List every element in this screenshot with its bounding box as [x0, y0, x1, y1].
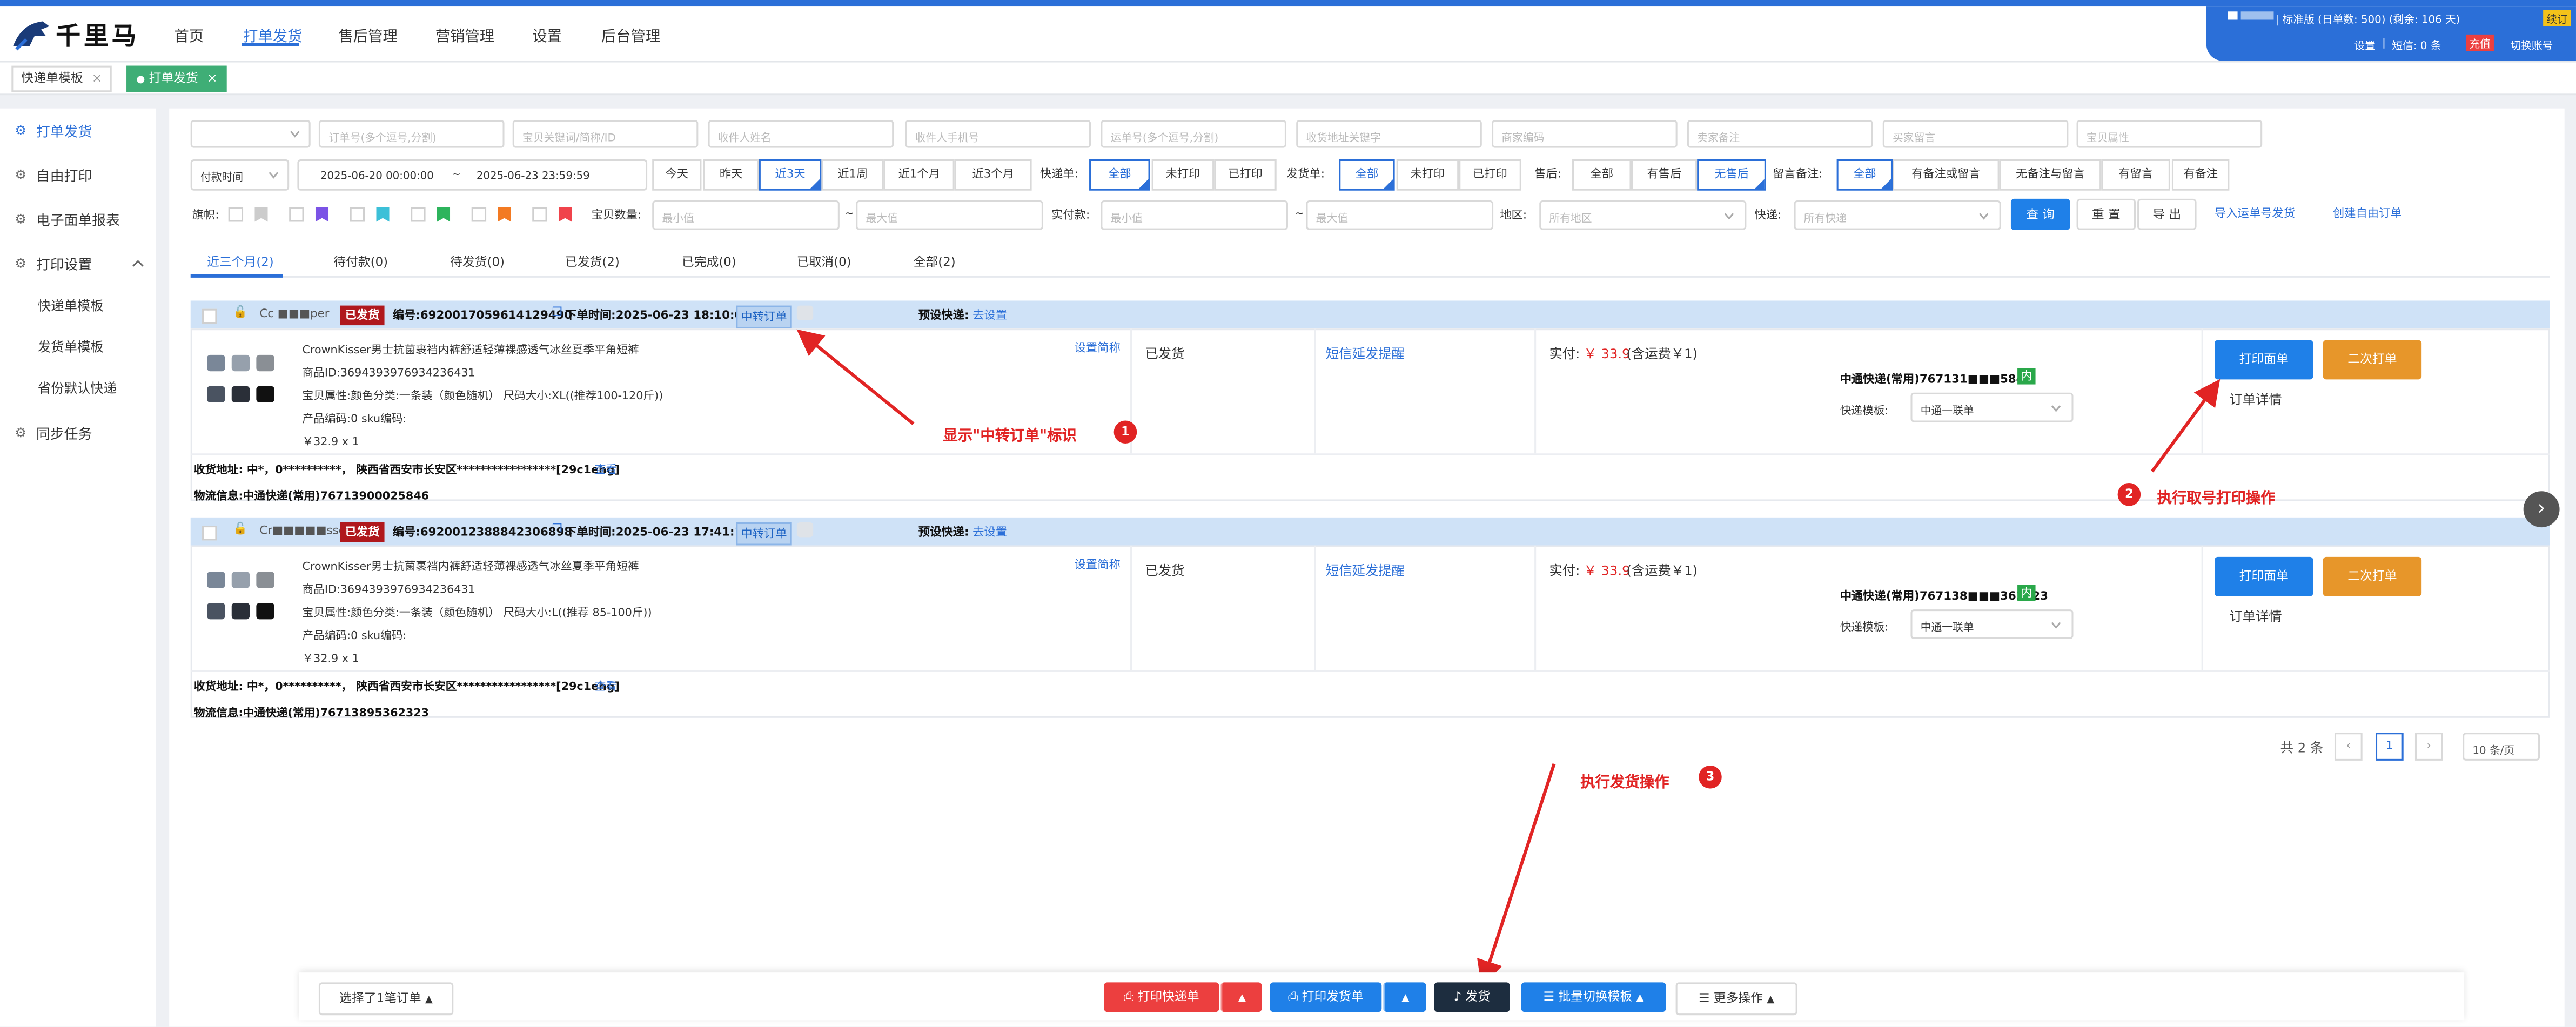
more-actions-label: 更多操作: [1713, 990, 1763, 1005]
list-icon: ☰: [1543, 989, 1555, 1004]
annotation-arrow-1: [796, 329, 915, 425]
more-actions-button[interactable]: ☰ 更多操作 ▲: [1675, 982, 1797, 1016]
annotation-1-badge: 1: [1113, 420, 1137, 444]
print-express-button[interactable]: ⎙ 打印快递单: [1104, 982, 1219, 1012]
print-invoice-label: 打印发货单: [1302, 989, 1364, 1004]
annotation-1-text: 显示"中转订单"标识: [943, 428, 1077, 446]
annotation-3-text: 执行发货操作: [1580, 775, 1669, 792]
bottom-action-bar: 选择了1笔订单 ▲ ⎙ 打印快递单 ▲ ⎙ 打印发货单 ▲ ♪ 发货 ☰ 批量切…: [299, 972, 2465, 1021]
caret-up-icon: ▲: [1238, 992, 1246, 1004]
batch-switch-template-button[interactable]: ☰ 批量切换模板 ▲: [1521, 982, 1666, 1012]
ship-label: 发货: [1465, 989, 1491, 1004]
caret-up-icon: ▲: [1636, 992, 1644, 1004]
print-invoice-button[interactable]: ⎙ 打印发货单: [1270, 982, 1382, 1012]
annotation-arrow-2: [2150, 379, 2221, 473]
selected-orders-dropdown[interactable]: 选择了1笔订单 ▲: [318, 982, 454, 1016]
annotation-arrows: [796, 329, 2221, 987]
annotation-2-badge: 2: [2117, 482, 2141, 506]
selected-count: 选择了1笔订单: [339, 990, 421, 1005]
print-invoice-dropdown[interactable]: ▲: [1383, 982, 1426, 1012]
printer-icon: ⎙: [1124, 989, 1134, 1004]
bell-icon: ♪: [1453, 989, 1462, 1004]
annotation-arrow-3: [1477, 763, 1556, 987]
print-express-label: 打印快递单: [1137, 989, 1199, 1004]
batch-switch-label: 批量切换模板: [1558, 989, 1633, 1004]
caret-up-icon: ▲: [1401, 992, 1410, 1004]
annotation-3-badge: 3: [1699, 766, 1722, 789]
annotation-2-text: 执行取号打印操作: [2157, 491, 2276, 508]
caret-up-icon: ▲: [425, 994, 433, 1005]
caret-up-icon: ▲: [1767, 994, 1775, 1005]
ship-button[interactable]: ♪ 发货: [1434, 982, 1510, 1012]
list-icon: ☰: [1698, 990, 1710, 1005]
printer-icon: ⎙: [1288, 989, 1298, 1004]
print-express-dropdown[interactable]: ▲: [1220, 982, 1262, 1012]
